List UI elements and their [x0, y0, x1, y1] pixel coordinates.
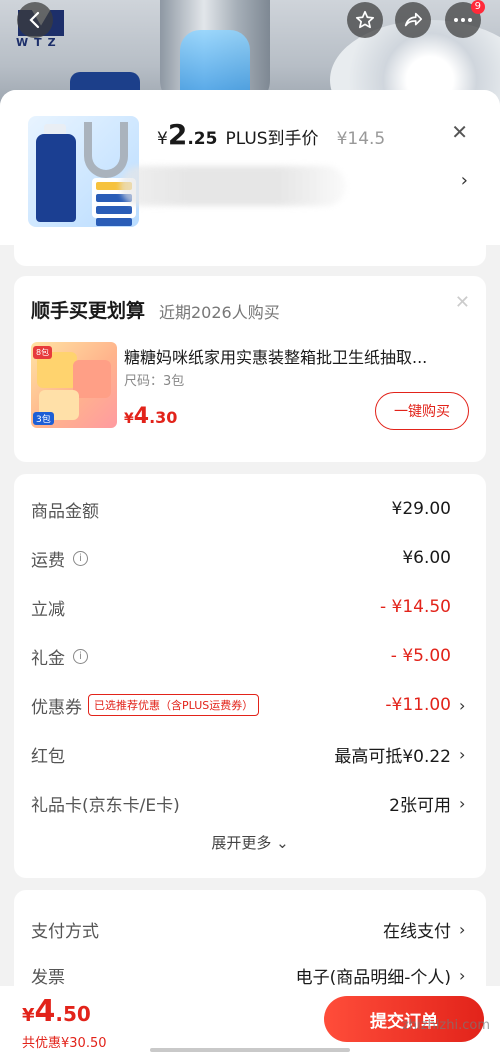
original-price: ¥14.5	[336, 129, 386, 149]
fee-row-gift-card[interactable]: 礼品卡(京东卡/E卡) 2张可用 ›	[31, 788, 469, 818]
bundle-subtitle: 近期2026人购买	[159, 303, 280, 322]
plus-price: ¥ 2 .25 PLUS到手价 ¥14.5	[157, 118, 385, 151]
bundle-price-decimal: .30	[149, 408, 178, 427]
fee-row-coupon[interactable]: 优惠券 已选推荐优惠（含PLUS运费券） -¥11.00 ›	[31, 690, 469, 720]
share-icon	[404, 12, 423, 27]
total-price: ¥4.50	[22, 994, 91, 1029]
fee-row-instant-discount: 立减 - ¥14.50	[31, 592, 469, 622]
fee-value: ¥29.00	[391, 499, 451, 519]
one-click-buy-button[interactable]: 一键购买	[375, 392, 469, 430]
expand-more-button[interactable]: 展开更多 ⌄	[14, 832, 486, 853]
order-sheet: ¥ 2 .25 PLUS到手价 ¥14.5 ✕ › 顺手买更划算 近期2026人…	[0, 90, 500, 1056]
star-icon	[355, 10, 375, 29]
fee-label: 礼品卡(京东卡/E卡)	[31, 795, 180, 816]
total-saved: 共优惠¥30.50	[22, 1036, 107, 1051]
bundle-card: 顺手买更划算 近期2026人购买 ✕ 8包 3包 糖糖妈咪纸家用实惠装整箱批卫生…	[14, 276, 486, 462]
fee-value: - ¥5.00	[390, 646, 451, 666]
fee-row-red-packet[interactable]: 红包 最高可抵¥0.22 ›	[31, 739, 469, 769]
notification-badge: 9	[470, 0, 485, 14]
chevron-right-icon: ›	[459, 793, 466, 813]
expand-more-label: 展开更多	[211, 834, 272, 852]
invoice-value: 电子(商品明细-个人)	[295, 967, 451, 988]
chevron-down-icon: ⌄	[276, 834, 289, 852]
watermark: zhizhizhi.com	[402, 1018, 490, 1033]
chevron-right-icon: ›	[459, 965, 466, 985]
invoice-label: 发票	[31, 967, 65, 988]
summary-card-bottom	[14, 245, 486, 266]
thumb-count: 3包	[33, 412, 54, 425]
bundle-item-name[interactable]: 糖糖妈咪纸家用实惠装整箱批卫生纸抽取...	[124, 344, 479, 368]
price-integer: 2	[167, 118, 188, 151]
price-yen: ¥	[157, 129, 168, 149]
coupon-tag: 已选推荐优惠（含PLUS运费券）	[88, 694, 260, 716]
back-button[interactable]	[17, 2, 53, 38]
home-indicator[interactable]	[150, 1048, 350, 1052]
chevron-right-icon: ›	[459, 919, 466, 939]
chevron-right-icon[interactable]: ›	[461, 170, 468, 191]
fee-value: - ¥14.50	[379, 597, 451, 617]
fee-label: 运费 i	[31, 546, 88, 571]
info-icon[interactable]: i	[73, 550, 88, 566]
close-icon[interactable]: ✕	[451, 120, 468, 144]
fee-value: ¥6.00	[402, 548, 451, 568]
fee-label: 立减	[31, 599, 65, 620]
fee-row-gift-money: 礼金 i - ¥5.00	[31, 641, 469, 671]
fee-value: 最高可抵¥0.22	[334, 746, 451, 767]
thumb-pipe	[84, 122, 128, 178]
price-decimal: .25	[187, 129, 218, 149]
chevron-right-icon: ›	[459, 744, 466, 764]
bundle-price-integer: 4	[133, 404, 150, 429]
back-arrow-icon	[29, 11, 40, 29]
fee-row-goods-amount: 商品金额 ¥29.00	[31, 494, 469, 524]
more-dots-icon	[454, 18, 472, 22]
plus-price-label: PLUS到手价	[225, 129, 319, 149]
info-icon[interactable]: i	[73, 648, 88, 664]
chevron-right-icon: ›	[459, 695, 466, 715]
close-icon[interactable]: ✕	[455, 292, 470, 313]
payment-method-row[interactable]: 支付方式 在线支付 ›	[31, 914, 469, 944]
payment-method-value: 在线支付	[383, 921, 451, 942]
blurred-spec-selector[interactable]	[120, 166, 346, 206]
bundle-title: 顺手买更划算	[31, 300, 146, 322]
bundle-item-thumbnail[interactable]: 8包 3包	[31, 342, 117, 428]
fee-value: 2张可用	[389, 795, 451, 816]
tissue-pack	[73, 360, 111, 398]
favorite-button[interactable]	[347, 2, 383, 38]
bundle-item-spec: 尺码：3包	[124, 374, 185, 389]
share-button[interactable]	[395, 2, 431, 38]
fee-label: 商品金额	[31, 501, 99, 522]
fee-label: 红包	[31, 746, 65, 767]
total-decimal: .50	[55, 1002, 91, 1026]
fee-label-text: 运费	[31, 550, 65, 571]
brand-logo-text: WTZ	[16, 36, 62, 49]
fee-breakdown-card: 商品金额 ¥29.00 运费 i ¥6.00 立减 - ¥14.50 礼金 i - …	[14, 474, 486, 878]
more-button[interactable]: 9	[445, 0, 485, 38]
fee-label: 礼金 i	[31, 644, 88, 669]
fee-value: -¥11.00	[385, 695, 451, 715]
thumb-bottle	[36, 134, 76, 222]
bundle-item-price: ¥4.30	[124, 404, 177, 429]
fee-row-shipping: 运费 i ¥6.00	[31, 543, 469, 573]
bundle-price-yen: ¥	[124, 411, 134, 427]
total-integer: 4	[34, 994, 56, 1029]
fee-label-text: 礼金	[31, 648, 65, 669]
product-thumbnail	[28, 116, 139, 227]
payment-method-label: 支付方式	[31, 921, 99, 942]
total-yen: ¥	[22, 1005, 35, 1026]
fee-label: 优惠券	[31, 697, 82, 718]
thumb-badge: 8包	[33, 346, 53, 359]
product-summary: ¥ 2 .25 PLUS到手价 ¥14.5 ✕ ›	[0, 90, 500, 245]
